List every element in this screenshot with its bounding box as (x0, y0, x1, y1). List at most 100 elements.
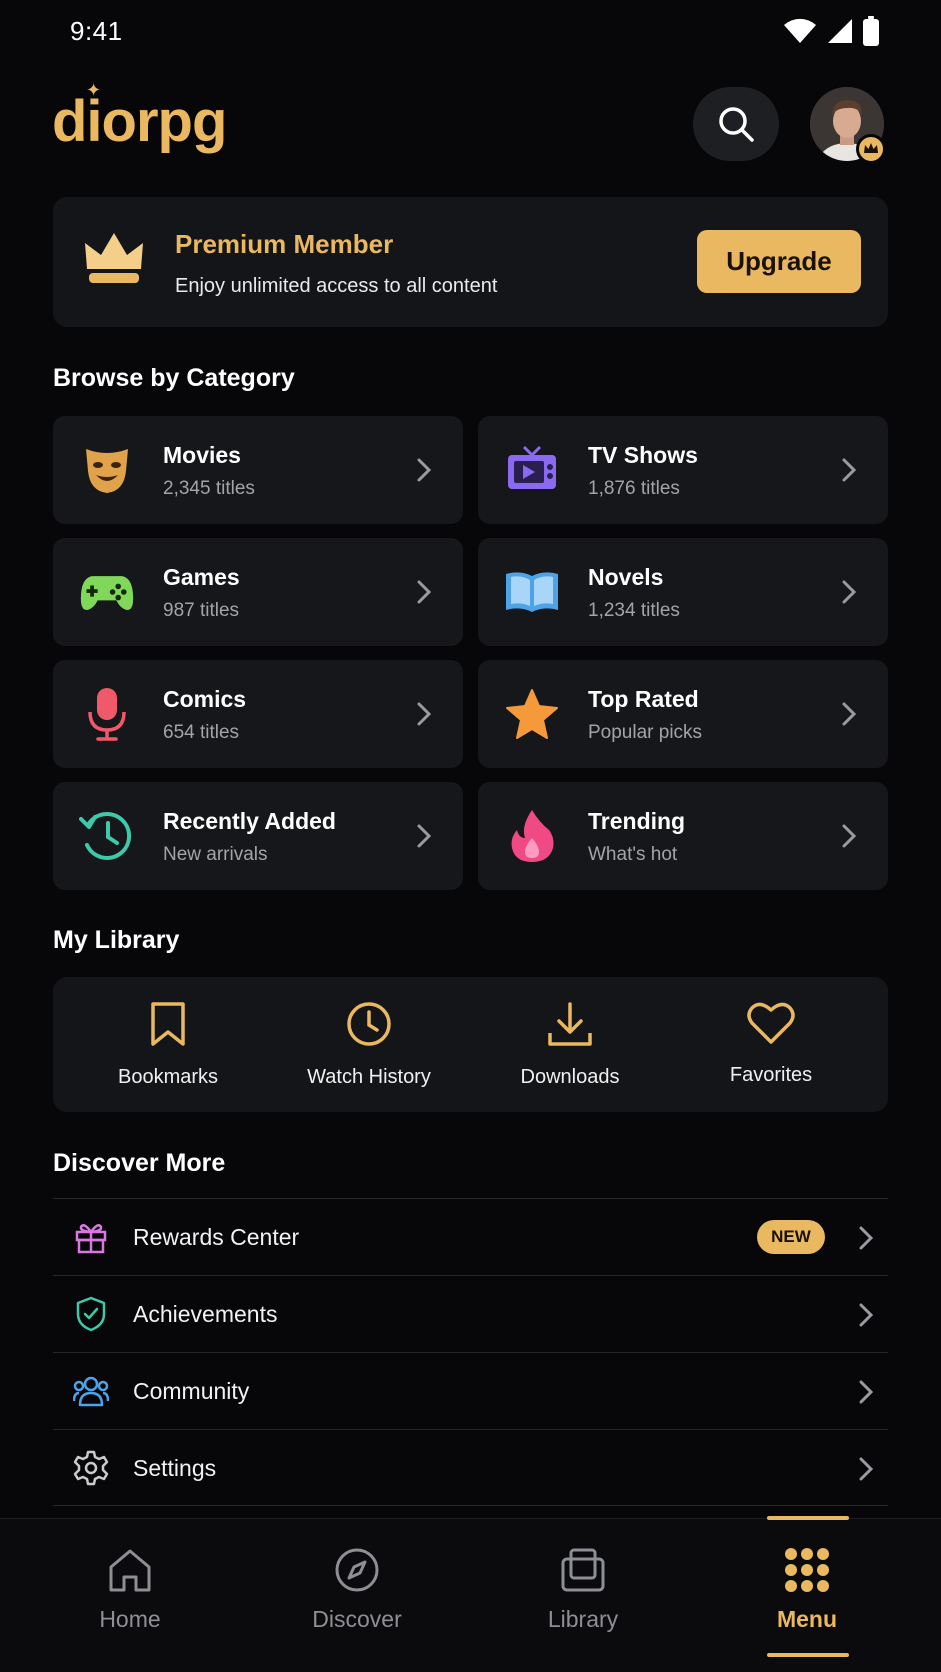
chevron-right-icon (842, 702, 857, 726)
library-label: Watch History (307, 1066, 431, 1088)
category-top-rated[interactable]: Top Rated Popular picks (478, 660, 888, 768)
library-watch-history[interactable]: Watch History (269, 1001, 469, 1089)
nav-menu[interactable]: Menu (727, 1547, 887, 1633)
status-icons (783, 16, 879, 46)
category-novels[interactable]: Novels 1,234 titles (478, 538, 888, 646)
category-count: Popular picks (588, 722, 703, 743)
clock-icon (347, 1002, 391, 1046)
discover-label: Achievements (133, 1301, 278, 1327)
home-icon (109, 1549, 151, 1592)
nav-active-indicator (767, 1516, 849, 1520)
status-bar: 9:41 (0, 0, 941, 64)
grid-icon (785, 1548, 829, 1592)
category-trending[interactable]: Trending What's hot (478, 782, 888, 890)
theater-mask-icon (79, 442, 135, 498)
bottom-nav: Home Discover Library Menu (0, 1518, 941, 1672)
category-count: 1,234 titles (588, 600, 680, 621)
category-count: 2,345 titles (163, 478, 255, 499)
chevron-right-icon (859, 1457, 874, 1481)
star-icon (504, 686, 560, 742)
category-count: 654 titles (163, 722, 240, 743)
category-recently-added[interactable]: Recently Added New arrivals (53, 782, 463, 890)
nav-home[interactable]: Home (50, 1547, 210, 1633)
app-header: ✦ diorpg (0, 80, 941, 170)
category-count: New arrivals (163, 844, 268, 865)
nav-library[interactable]: Library (503, 1547, 663, 1633)
gear-icon (73, 1450, 109, 1486)
chevron-right-icon (417, 580, 432, 604)
chevron-right-icon (417, 702, 432, 726)
category-name: TV Shows (588, 442, 698, 468)
library-label: Downloads (520, 1066, 620, 1088)
bookmark-icon (151, 1002, 185, 1046)
category-games[interactable]: Games 987 titles (53, 538, 463, 646)
chevron-right-icon (859, 1303, 874, 1327)
wifi-icon (784, 18, 816, 43)
chevron-right-icon (417, 824, 432, 848)
microphone-icon (79, 686, 135, 742)
heart-icon (747, 1002, 795, 1044)
chevron-right-icon (842, 458, 857, 482)
category-tv-shows[interactable]: TV Shows 1,876 titles (478, 416, 888, 524)
users-icon (73, 1373, 109, 1409)
category-comics[interactable]: Comics 654 titles (53, 660, 463, 768)
premium-title: Premium Member (175, 229, 394, 259)
upgrade-button[interactable]: Upgrade (697, 230, 861, 293)
new-badge: NEW (757, 1220, 825, 1254)
category-movies[interactable]: Movies 2,345 titles (53, 416, 463, 524)
library-icon (561, 1548, 605, 1592)
section-title-discover: Discover More (53, 1149, 226, 1177)
category-name: Novels (588, 564, 664, 590)
discover-label: Rewards Center (133, 1224, 300, 1250)
crown-icon (85, 233, 143, 283)
discover-item-community[interactable]: Community (53, 1352, 888, 1429)
nav-label: Home (99, 1606, 161, 1632)
search-icon (719, 107, 754, 142)
premium-banner: Premium Member Enjoy unlimited access to… (53, 197, 888, 327)
crown-badge-icon (856, 134, 886, 164)
discover-item-rewards-center[interactable]: Rewards Center NEW (53, 1198, 888, 1275)
category-count: 1,876 titles (588, 478, 680, 499)
library-label: Bookmarks (117, 1066, 219, 1088)
category-count: What's hot (588, 844, 678, 865)
history-icon (79, 808, 135, 864)
section-title-library: My Library (53, 926, 180, 954)
discover-item-settings[interactable]: Settings (53, 1429, 888, 1506)
category-name: Games (163, 564, 240, 590)
library-favorites[interactable]: Favorites (671, 1001, 871, 1087)
book-icon (504, 564, 560, 620)
library-bookmarks[interactable]: Bookmarks (68, 1001, 268, 1089)
chevron-right-icon (859, 1380, 874, 1404)
category-name: Trending (588, 808, 686, 834)
chevron-right-icon (842, 580, 857, 604)
premium-subtitle: Enjoy unlimited access to all content (175, 275, 498, 297)
app-logo[interactable]: diorpg (52, 88, 227, 155)
nav-label: Discover (312, 1606, 402, 1632)
chevron-right-icon (417, 458, 432, 482)
tv-icon (504, 442, 560, 498)
gamepad-icon (79, 564, 135, 620)
library-downloads[interactable]: Downloads (470, 1001, 670, 1089)
nav-label: Library (547, 1606, 619, 1632)
nav-discover[interactable]: Discover (277, 1547, 437, 1633)
compass-icon (335, 1548, 379, 1592)
section-title-categories: Browse by Category (53, 364, 295, 392)
category-name: Recently Added (163, 808, 336, 834)
discover-item-achievements[interactable]: Achievements (53, 1275, 888, 1352)
status-time: 9:41 (70, 16, 123, 46)
search-button[interactable] (693, 87, 779, 161)
discover-label: Community (133, 1378, 250, 1404)
category-name: Comics (163, 686, 247, 712)
chevron-right-icon (842, 824, 857, 848)
gift-icon (73, 1219, 109, 1255)
home-indicator (767, 1653, 849, 1657)
category-name: Movies (163, 442, 241, 468)
shield-check-icon (73, 1296, 109, 1332)
category-name: Top Rated (588, 686, 699, 712)
nav-label: Menu (776, 1606, 838, 1632)
category-count: 987 titles (163, 600, 240, 621)
chevron-right-icon (859, 1226, 874, 1250)
download-icon (548, 1002, 592, 1046)
discover-label: Settings (133, 1455, 217, 1481)
flame-icon (504, 808, 560, 864)
